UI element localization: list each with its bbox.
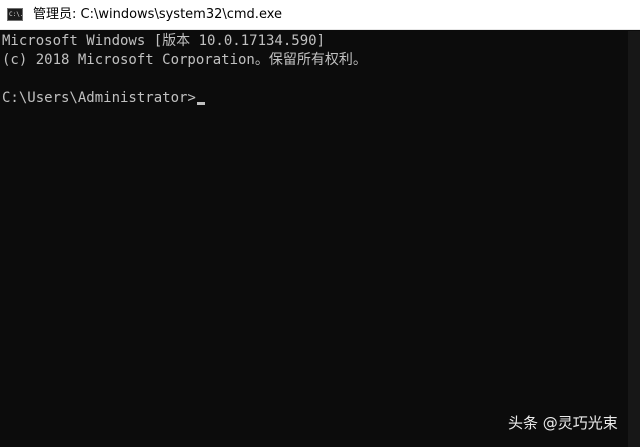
cmd-app-icon[interactable]: C:\.: [7, 8, 23, 21]
console-prompt-line[interactable]: C:\Users\Administrator>: [2, 89, 205, 108]
text-cursor: [196, 102, 205, 105]
window-title: 管理员: C:\windows\system32\cmd.exe: [33, 7, 282, 22]
vertical-scrollbar[interactable]: [628, 31, 640, 447]
cmd-window: C:\. 管理员: C:\windows\system32\cmd.exe Mi…: [0, 0, 640, 447]
title-bar[interactable]: C:\. 管理员: C:\windows\system32\cmd.exe: [0, 0, 640, 30]
console-prompt: C:\Users\Administrator>: [2, 90, 196, 106]
console-line-version: Microsoft Windows [版本 10.0.17134.590]: [2, 33, 326, 49]
console-output[interactable]: Microsoft Windows [版本 10.0.17134.590] (c…: [0, 31, 628, 447]
watermark-text: 头条 @灵巧光束: [508, 414, 618, 432]
console-line-copyright: (c) 2018 Microsoft Corporation。保留所有权利。: [2, 52, 367, 68]
